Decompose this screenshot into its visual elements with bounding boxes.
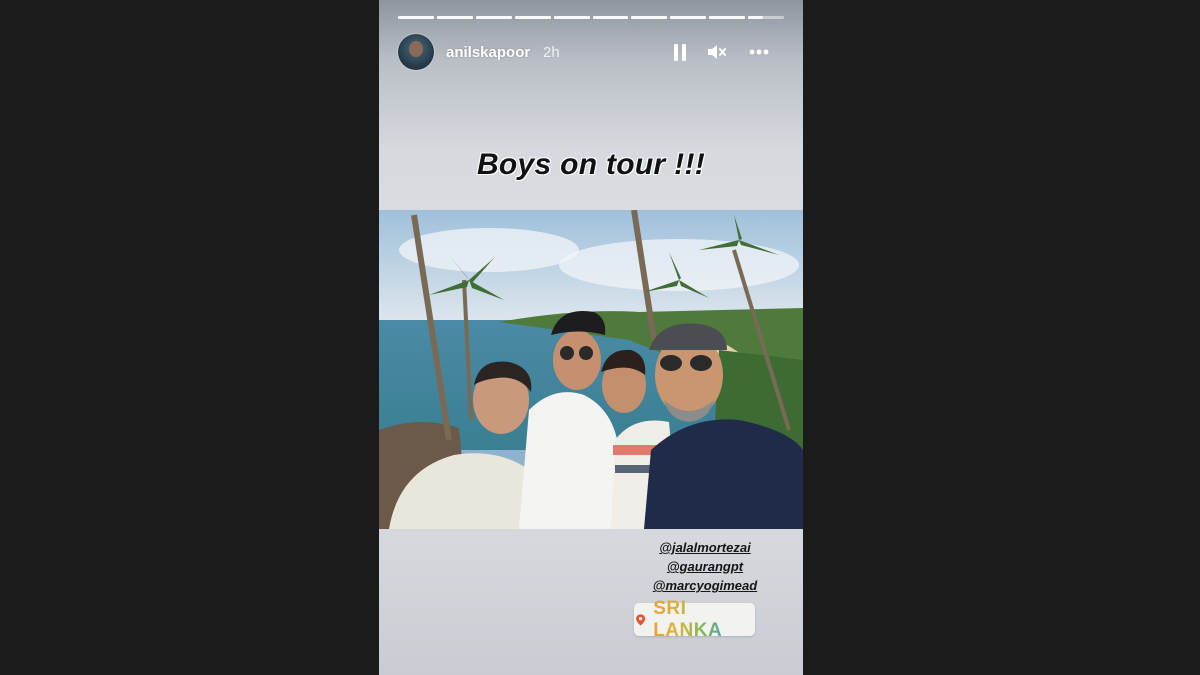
- story-viewer[interactable]: anilskapoor 2h Boys on tour !!! @jalalmo…: [379, 0, 803, 675]
- mention-tag[interactable]: @jalalmortezai: [635, 538, 775, 557]
- progress-segment: [398, 16, 434, 19]
- progress-segment: [592, 16, 629, 19]
- story-photo: [379, 210, 803, 529]
- progress-segment: [475, 16, 512, 19]
- mention-list: @jalalmortezai @gaurangpt @marcyogimead: [635, 538, 775, 595]
- pause-icon: [674, 43, 678, 61]
- profile-avatar[interactable]: [398, 34, 434, 70]
- progress-segment: [553, 16, 590, 19]
- progress-segment: [631, 16, 668, 19]
- progress-segment: [514, 16, 551, 19]
- story-header: anilskapoor 2h: [398, 32, 784, 72]
- group-selfie-image: [379, 210, 803, 529]
- more-horizontal-icon: [749, 49, 769, 55]
- location-pin-icon: [636, 613, 646, 626]
- progress-segment: [436, 16, 473, 19]
- pause-button[interactable]: [669, 41, 691, 63]
- mention-tag[interactable]: @marcyogimead: [635, 576, 775, 595]
- story-progress-bar: [398, 16, 785, 19]
- story-caption: Boys on tour !!!: [476, 148, 706, 181]
- more-options-button[interactable]: [748, 41, 770, 63]
- location-sticker[interactable]: SRI LANKA: [634, 598, 755, 641]
- mention-tag[interactable]: @gaurangpt: [635, 557, 775, 576]
- speaker-muted-icon: [708, 45, 726, 59]
- progress-segment-current: [748, 16, 785, 19]
- post-time: 2h: [543, 44, 560, 61]
- progress-segment: [670, 16, 707, 19]
- mute-button[interactable]: [706, 41, 728, 63]
- progress-segment: [709, 16, 746, 19]
- pause-icon-bar: [682, 43, 686, 61]
- username[interactable]: anilskapoor: [446, 44, 530, 61]
- location-label: SRI LANKA: [653, 598, 755, 642]
